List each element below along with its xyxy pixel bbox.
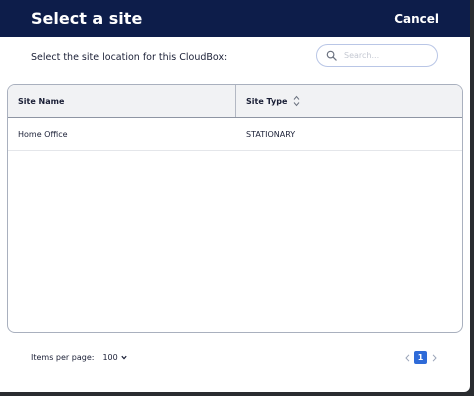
pagination: 1 <box>402 351 439 364</box>
table-row[interactable]: Home Office STATIONARY <box>8 118 462 151</box>
instruction-text: Select the site location for this CloudB… <box>31 52 228 63</box>
column-header-site-name: Site Name <box>8 85 236 117</box>
cell-site-type: STATIONARY <box>246 129 296 139</box>
table-header: Site Name Site Type <box>8 85 462 118</box>
sort-icon[interactable] <box>293 95 300 107</box>
chevron-left-icon[interactable] <box>402 352 412 364</box>
column-header-label: Site Name <box>18 96 65 106</box>
items-per-page: Items per page: 100 <box>31 353 127 362</box>
search-icon <box>326 50 344 61</box>
search-input[interactable] <box>344 51 428 60</box>
chevron-right-icon[interactable] <box>429 352 439 364</box>
items-per-page-label: Items per page: <box>31 353 95 362</box>
dialog-title: Select a site <box>31 9 143 28</box>
cell-site-name: Home Office <box>18 129 68 139</box>
column-header-site-type[interactable]: Site Type <box>236 85 462 117</box>
cancel-button[interactable]: Cancel <box>394 12 439 26</box>
search-box[interactable] <box>316 44 438 67</box>
dialog-header: Select a site Cancel <box>0 0 470 37</box>
page-button-current[interactable]: 1 <box>414 351 427 364</box>
items-per-page-value: 100 <box>102 353 118 362</box>
select-site-dialog: Select a site Cancel Select the site loc… <box>0 0 470 392</box>
column-header-label: Site Type <box>246 96 288 106</box>
chevron-down-icon <box>118 355 127 360</box>
dialog-subheader: Select the site location for this CloudB… <box>0 37 470 81</box>
pagination-footer: Items per page: 100 1 <box>0 345 470 371</box>
sites-table: Site Name Site Type Home Office STATIONA… <box>7 84 463 333</box>
items-per-page-select[interactable]: 100 <box>102 353 127 362</box>
